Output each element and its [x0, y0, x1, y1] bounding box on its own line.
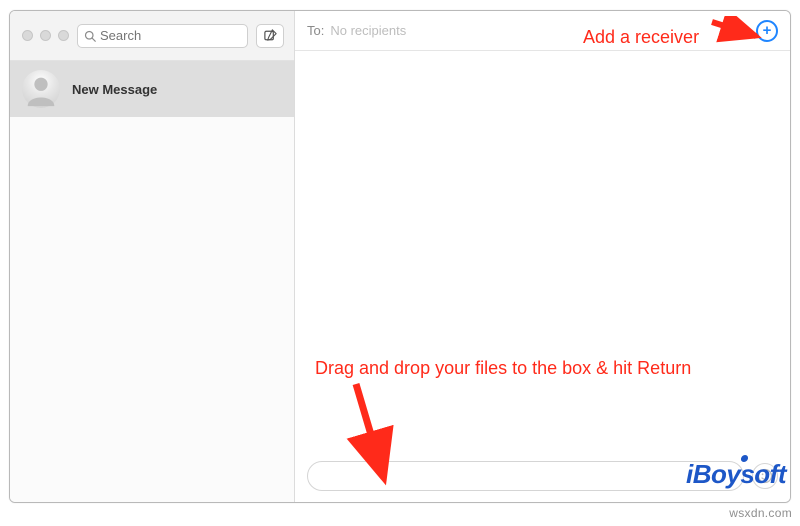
conversation-list: New Message — [10, 61, 294, 502]
compose-icon — [263, 28, 278, 43]
minimize-window-button[interactable] — [40, 30, 51, 41]
main-pane: To: No recipients + — [295, 11, 790, 502]
zoom-window-button[interactable] — [58, 30, 69, 41]
search-input[interactable] — [100, 28, 241, 43]
conversation-title: New Message — [72, 82, 157, 97]
to-label: To: — [307, 23, 324, 38]
search-icon — [84, 30, 96, 42]
message-input[interactable] — [307, 461, 744, 491]
input-row — [295, 458, 790, 502]
to-recipients[interactable]: No recipients — [330, 23, 406, 38]
avatar — [22, 70, 60, 108]
emoji-button[interactable] — [752, 463, 778, 489]
sidebar-header — [10, 11, 294, 61]
window-controls — [20, 30, 69, 41]
sidebar: New Message — [10, 11, 295, 502]
conversation-item[interactable]: New Message — [10, 61, 294, 117]
add-recipient-button[interactable]: + — [756, 20, 778, 42]
compose-button[interactable] — [256, 24, 284, 48]
close-window-button[interactable] — [22, 30, 33, 41]
messages-window: New Message To: No recipients + — [9, 10, 791, 503]
smile-icon — [757, 468, 773, 484]
message-area[interactable] — [295, 51, 790, 458]
watermark-site: wsxdn.com — [729, 506, 792, 520]
plus-icon: + — [763, 23, 772, 38]
to-field-row: To: No recipients + — [295, 11, 790, 51]
search-field[interactable] — [77, 24, 248, 48]
